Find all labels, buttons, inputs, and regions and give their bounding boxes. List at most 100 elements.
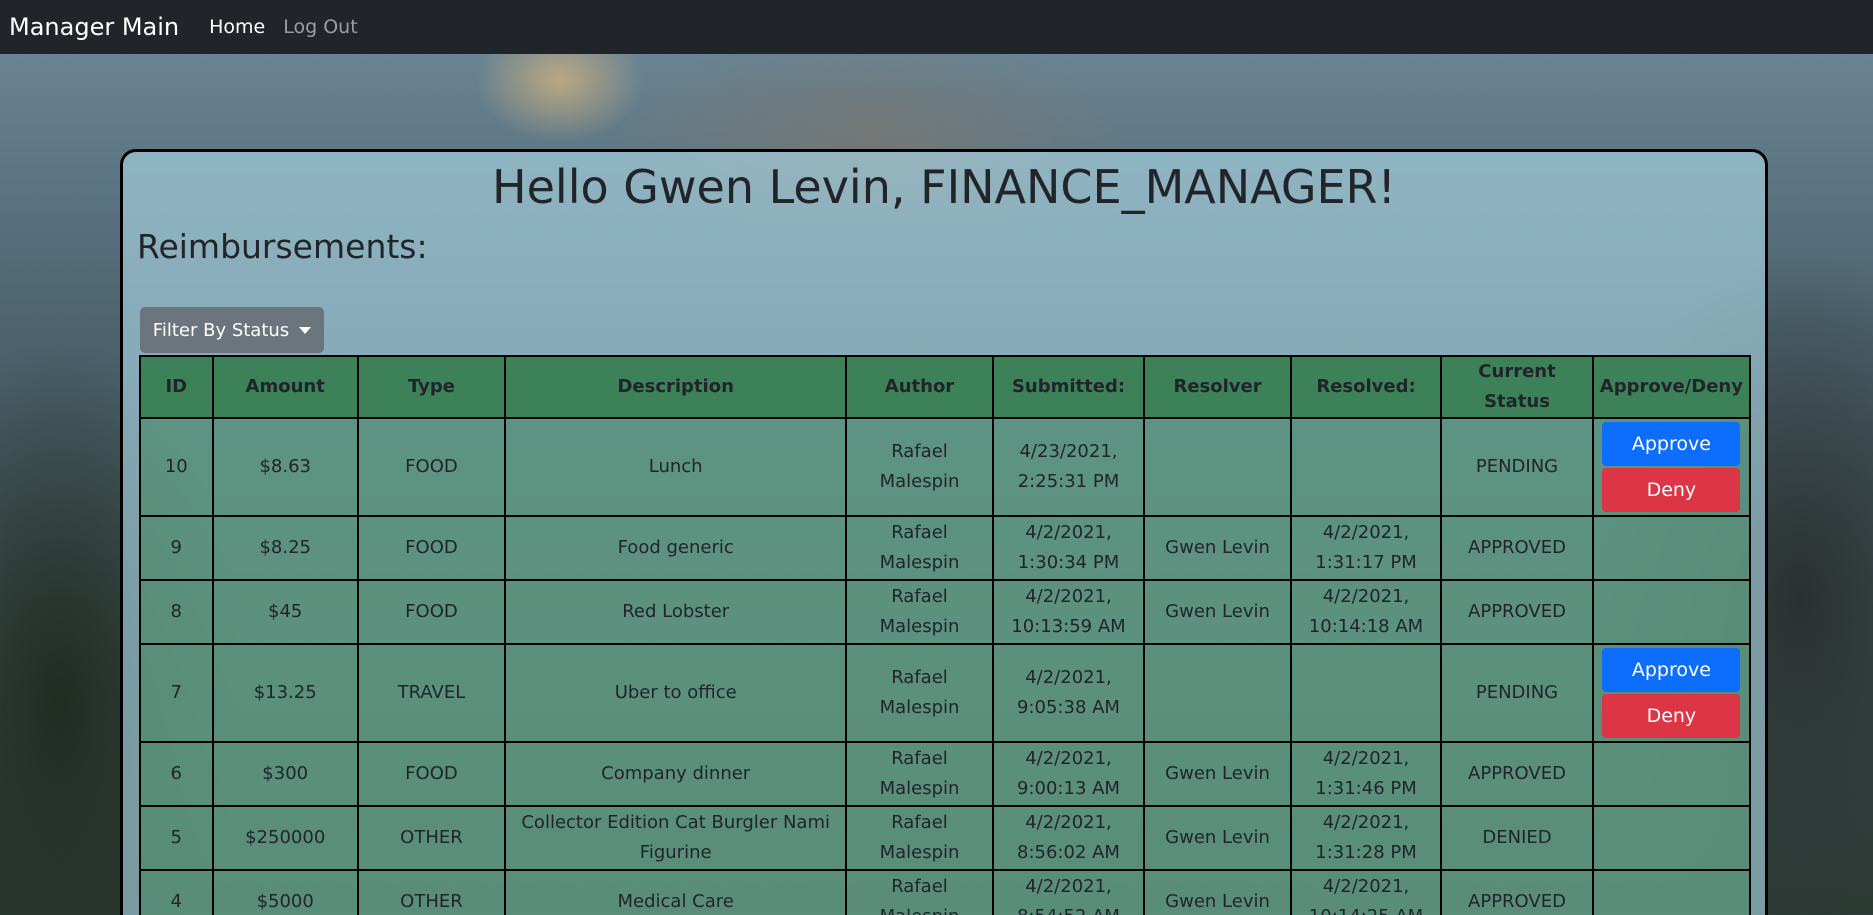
cell-submitted: 4/2/2021, 1:30:34 PM <box>991 515 1146 581</box>
column-header-type: Type <box>356 355 507 419</box>
cell-status: PENDING <box>1440 643 1594 743</box>
cell-resolved: 4/2/2021, 1:31:17 PM <box>1289 515 1443 581</box>
table-row: 8 $45 FOOD Red Lobster Rafael Malespin 4/2/20… <box>139 579 1752 645</box>
nav-link-home[interactable]: Home <box>209 16 265 38</box>
approve-button[interactable]: Approve <box>1602 422 1741 466</box>
caret-down-icon <box>299 326 312 334</box>
column-header-resolved: Resolved: <box>1289 355 1443 419</box>
cell-status: APPROVED <box>1440 869 1594 915</box>
cell-amount: $45 <box>211 579 359 645</box>
cell-type: OTHER <box>356 805 507 871</box>
cell-resolver <box>1143 643 1292 743</box>
cell-actions <box>1591 741 1752 807</box>
cell-resolved <box>1289 643 1443 743</box>
cell-status: APPROVED <box>1440 515 1594 581</box>
deny-button[interactable]: Deny <box>1602 694 1741 738</box>
cell-type: OTHER <box>356 869 507 915</box>
cell-submitted: 4/2/2021, 9:05:38 AM <box>991 643 1146 743</box>
cell-author: Rafael Malespin <box>845 869 994 915</box>
cell-submitted: 4/23/2021, 2:25:31 PM <box>991 417 1146 517</box>
cell-id: 4 <box>139 869 214 915</box>
cell-resolved: 4/2/2021, 10:14:25 AM <box>1289 869 1443 915</box>
column-header-submitted: Submitted: <box>991 355 1146 419</box>
cell-id: 5 <box>139 805 214 871</box>
deny-button[interactable]: Deny <box>1602 468 1741 512</box>
column-header-approve-deny: Approve/Deny <box>1591 355 1752 419</box>
cell-description: Red Lobster <box>504 579 848 645</box>
cell-description: Food generic <box>504 515 848 581</box>
cell-actions <box>1591 869 1752 915</box>
table-row: 9 $8.25 FOOD Food generic Rafael Malespin 4/2… <box>139 515 1752 581</box>
cell-actions: Approve Deny <box>1591 643 1752 743</box>
cell-type: FOOD <box>356 741 507 807</box>
cell-resolved: 4/2/2021, 10:14:18 AM <box>1289 579 1443 645</box>
cell-id: 6 <box>139 741 214 807</box>
cell-resolver: Gwen Levin <box>1143 515 1292 581</box>
cell-type: TRAVEL <box>356 643 507 743</box>
column-header-amount: Amount <box>211 355 359 419</box>
cell-amount: $8.25 <box>211 515 359 581</box>
cell-type: FOOD <box>356 417 507 517</box>
cell-submitted: 4/2/2021, 9:00:13 AM <box>991 741 1146 807</box>
column-header-id: ID <box>139 355 214 419</box>
table-row: 7 $13.25 TRAVEL Uber to office Rafael Malesp… <box>139 643 1752 743</box>
cell-submitted: 4/2/2021, 8:54:52 AM <box>991 869 1146 915</box>
cell-author: Rafael Malespin <box>845 643 994 743</box>
main-panel: Hello Gwen Levin, FINANCE_MANAGER! Reimb… <box>120 149 1768 915</box>
reimbursements-table: ID Amount Type Description Author Submit… <box>139 355 1752 915</box>
table-row: 4$5000OTHERMedical CareRafael Malespin4/… <box>139 869 1752 915</box>
approve-button[interactable]: Approve <box>1602 648 1741 692</box>
cell-actions <box>1591 805 1752 871</box>
cell-submitted: 4/2/2021, 10:13:59 AM <box>991 579 1146 645</box>
table-row: 5 $250000 OTHER Collector Edition Cat Burgl… <box>139 805 1752 871</box>
cell-actions <box>1591 579 1752 645</box>
cell-amount: $8.63 <box>211 417 359 517</box>
nav-link-logout[interactable]: Log Out <box>283 16 357 38</box>
filter-by-status-dropdown[interactable]: Filter By Status <box>140 307 324 353</box>
cell-resolver: Gwen Levin <box>1143 579 1292 645</box>
cell-id: 8 <box>139 579 214 645</box>
cell-id: 10 <box>139 417 214 517</box>
cell-author: Rafael Malespin <box>845 805 994 871</box>
table-row: 6 $300 FOOD Company dinner Rafael Malespin 4/… <box>139 741 1752 807</box>
cell-actions: Approve Deny <box>1591 417 1752 517</box>
cell-type: FOOD <box>356 579 507 645</box>
cell-amount: $250000 <box>211 805 359 871</box>
column-header-resolver: Resolver <box>1143 355 1292 419</box>
table-header-row: ID Amount Type Description Author Submit… <box>139 355 1752 419</box>
cell-author: Rafael Malespin <box>845 515 994 581</box>
column-header-status: Current Status <box>1440 355 1594 419</box>
cell-type: FOOD <box>356 515 507 581</box>
cell-actions <box>1591 515 1752 581</box>
cell-id: 7 <box>139 643 214 743</box>
column-header-author: Author <box>845 355 994 419</box>
section-title: Reimbursements: <box>137 227 428 266</box>
cell-amount: $300 <box>211 741 359 807</box>
cell-status: APPROVED <box>1440 741 1594 807</box>
cell-resolver: Gwen Levin <box>1143 869 1292 915</box>
cell-resolved: 4/2/2021, 1:31:46 PM <box>1289 741 1443 807</box>
cell-resolver <box>1143 417 1292 517</box>
cell-submitted: 4/2/2021, 8:56:02 AM <box>991 805 1146 871</box>
filter-button-label: Filter By Status <box>152 319 290 341</box>
cell-description: Company dinner <box>504 741 848 807</box>
cell-author: Rafael Malespin <box>845 417 994 517</box>
table-row: 10 $8.63 FOOD Lunch Rafael Malespin 4/23/2021… <box>139 417 1752 517</box>
cell-author: Rafael Malespin <box>845 579 994 645</box>
cell-resolved <box>1289 417 1443 517</box>
top-navbar: Manager Main Home Log Out <box>0 0 1873 54</box>
cell-amount: $5000 <box>211 869 359 915</box>
page-title: Hello Gwen Levin, FINANCE_MANAGER! <box>492 160 1396 214</box>
cell-status: PENDING <box>1440 417 1594 517</box>
cell-id: 9 <box>139 515 214 581</box>
cell-status: DENIED <box>1440 805 1594 871</box>
cell-description: Uber to office <box>504 643 848 743</box>
cell-resolver: Gwen Levin <box>1143 805 1292 871</box>
cell-description: Collector Edition Cat Burgler Nami Figur… <box>504 805 848 871</box>
cell-resolved: 4/2/2021, 1:31:28 PM <box>1289 805 1443 871</box>
column-header-description: Description <box>504 355 848 419</box>
navbar-brand[interactable]: Manager Main <box>9 13 179 41</box>
cell-status: APPROVED <box>1440 579 1594 645</box>
cell-resolver: Gwen Levin <box>1143 741 1292 807</box>
cell-author: Rafael Malespin <box>845 741 994 807</box>
